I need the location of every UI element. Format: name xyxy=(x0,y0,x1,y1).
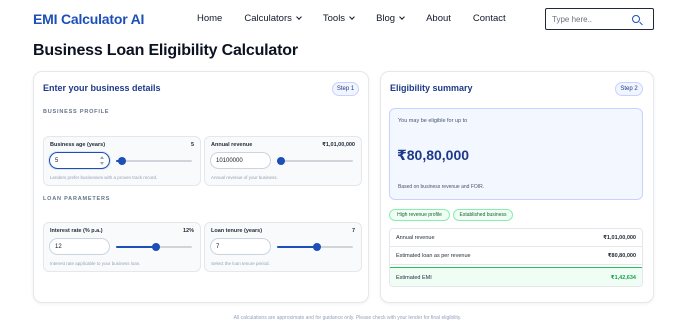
row-label: Estimated loan as per revenue xyxy=(396,252,471,259)
field-label: Business age (years) xyxy=(50,142,106,148)
annual-revenue-slider[interactable] xyxy=(276,157,353,165)
eligibility-summary-title: Eligibility summary xyxy=(390,83,473,93)
interest-rate-slider[interactable] xyxy=(116,243,192,251)
business-details-title: Enter your business details xyxy=(43,83,161,93)
slider-thumb[interactable] xyxy=(276,157,285,165)
slider-thumb[interactable] xyxy=(118,157,127,165)
main-nav: Home Calculators Tools Blog About Contac… xyxy=(197,13,528,24)
disclaimer-footer: All calculations are approximate and for… xyxy=(233,315,462,321)
annual-revenue-input[interactable]: 10100000 xyxy=(210,152,271,169)
business-age-slider[interactable] xyxy=(116,157,192,165)
row-label: Estimated EMI xyxy=(396,274,432,281)
nav-calculators-label: Calculators xyxy=(244,13,292,24)
table-row: Estimated loan as per revenue ₹80,80,000 xyxy=(390,247,642,265)
slider-fill xyxy=(277,246,317,248)
search-input[interactable] xyxy=(552,14,628,24)
input-value: 10100000 xyxy=(216,157,243,164)
row-label: Annual revenue xyxy=(396,234,435,241)
nav-blog-label: Blog xyxy=(376,13,396,24)
row-value: ₹1,01,00,000 xyxy=(603,234,636,241)
page-title: Business Loan Eligibility Calculator xyxy=(33,42,298,59)
nav-tools[interactable]: Tools xyxy=(322,13,355,24)
nav-about-label: About xyxy=(426,13,451,24)
nav-about[interactable]: About xyxy=(426,13,451,24)
interest-rate-input[interactable]: 12 xyxy=(49,238,110,255)
loan-tenure-input[interactable]: 7 xyxy=(210,238,271,255)
input-value: 12 xyxy=(55,243,62,250)
row-value: ₹80,80,000 xyxy=(607,252,636,259)
business-age-field: Business age (years) 5 5 Lenders prefer … xyxy=(43,136,201,186)
step-1-badge: Step 1 xyxy=(332,82,359,96)
nav-home-label: Home xyxy=(197,13,223,24)
row-value: ₹1,42,634 xyxy=(610,274,636,281)
nav-contact-label: Contact xyxy=(472,13,506,24)
eligibility-result-box: You may be eligible for up to ₹80,80,000… xyxy=(389,108,643,200)
chevron-down-icon xyxy=(349,14,355,20)
input-value: 5 xyxy=(55,157,59,164)
field-hint: Lenders prefer businesses with a proven … xyxy=(50,175,158,180)
field-hint: Select the loan tenure period. xyxy=(211,261,270,266)
eligibility-note: Based on business revenue and FOIR. xyxy=(398,184,485,190)
chevron-down-icon xyxy=(296,14,302,20)
input-value: 7 xyxy=(216,243,220,250)
field-value: 12% xyxy=(182,228,194,234)
field-label: Interest rate (% p.a.) xyxy=(50,228,103,234)
business-age-input[interactable]: 5 xyxy=(49,152,110,169)
site-header: EMI Calculator AI Home Calculators Tools… xyxy=(0,0,695,38)
field-value: 7 xyxy=(351,228,355,234)
slider-thumb[interactable] xyxy=(312,243,321,251)
annual-revenue-field: Annual revenue ₹1,01,00,000 10100000 Ann… xyxy=(204,136,362,186)
interest-rate-field: Interest rate (% p.a.) 12% 12 Interest r… xyxy=(43,222,201,272)
search-box xyxy=(545,8,654,30)
search-icon[interactable] xyxy=(632,15,640,23)
loan-tenure-slider[interactable] xyxy=(277,243,353,251)
field-value: ₹1,01,00,000 xyxy=(322,142,355,148)
eligible-amount: ₹80,80,000 xyxy=(397,147,470,163)
summary-table: Annual revenue ₹1,01,00,000 Estimated lo… xyxy=(389,228,643,287)
field-value: 5 xyxy=(190,142,194,148)
step-2-badge: Step 2 xyxy=(615,82,643,96)
business-profile-label: BUSINESS PROFILE xyxy=(43,109,110,115)
tag-high-revenue: High revenue profile xyxy=(389,209,450,221)
table-row: Annual revenue ₹1,01,00,000 xyxy=(390,229,642,247)
nav-home[interactable]: Home xyxy=(197,13,222,24)
slider-fill xyxy=(116,246,156,248)
loan-tenure-field: Loan tenure (years) 7 7 Select the loan … xyxy=(204,222,362,272)
field-label: Annual revenue xyxy=(211,142,253,148)
field-label: Loan tenure (years) xyxy=(211,228,263,234)
field-hint: Annual revenue of your business. xyxy=(211,175,278,180)
nav-contact[interactable]: Contact xyxy=(473,13,506,24)
chevron-down-icon xyxy=(399,14,405,20)
tag-established-business: Established business xyxy=(453,209,513,221)
nav-tools-label: Tools xyxy=(322,13,346,24)
loan-parameters-label: LOAN PARAMETERS xyxy=(43,196,111,202)
slider-thumb[interactable] xyxy=(151,243,160,251)
field-hint: Interest rate applicable to your busines… xyxy=(50,261,141,266)
nav-blog[interactable]: Blog xyxy=(376,13,405,24)
eligible-label: You may be eligible for up to xyxy=(398,118,468,124)
brand-logo[interactable]: EMI Calculator AI xyxy=(33,11,144,27)
table-row-emi: Estimated EMI ₹1,42,634 xyxy=(390,267,642,286)
number-stepper[interactable] xyxy=(100,156,104,165)
nav-calculators[interactable]: Calculators xyxy=(244,13,302,24)
